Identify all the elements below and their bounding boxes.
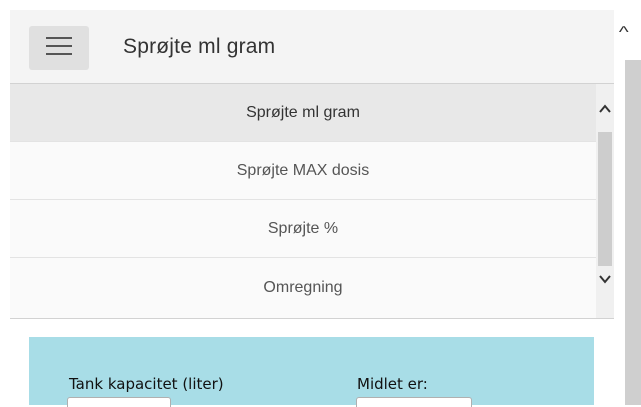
hamburger-icon-line — [46, 37, 72, 39]
window-scrollbar[interactable] — [625, 60, 641, 405]
nav-item-sprojte-max-dosis[interactable]: Sprøjte MAX dosis — [10, 142, 596, 200]
nav-menu: Sprøjte ml gram Sprøjte MAX dosis Sprøjt… — [10, 84, 614, 319]
hamburger-icon-line — [46, 45, 72, 47]
chevron-up-icon[interactable] — [599, 102, 611, 117]
menu-scrollbar[interactable] — [596, 84, 614, 318]
tank-capacity-input[interactable] — [67, 397, 171, 407]
agent-select[interactable] — [356, 397, 472, 407]
calculator-form-panel: Tank kapacitet (liter) Midlet er: — [29, 337, 594, 407]
hamburger-menu-button[interactable] — [29, 26, 89, 70]
page-title: Sprøjte ml gram — [123, 35, 276, 58]
app-header: Sprøjte ml gram — [10, 10, 614, 84]
nav-item-omregning[interactable]: Omregning — [10, 258, 596, 318]
chevron-down-icon[interactable] — [599, 272, 611, 287]
nav-item-sprojte-ml-gram[interactable]: Sprøjte ml gram — [10, 84, 596, 142]
tank-capacity-label: Tank kapacitet (liter) — [69, 375, 224, 393]
hamburger-icon-line — [46, 53, 72, 55]
nav-item-sprojte-procent[interactable]: Sprøjte % — [10, 200, 596, 258]
agent-label: Midlet er: — [357, 375, 428, 393]
menu-scroll-thumb[interactable] — [598, 132, 612, 266]
window-scroll-up-icon[interactable]: ^ — [619, 24, 629, 42]
